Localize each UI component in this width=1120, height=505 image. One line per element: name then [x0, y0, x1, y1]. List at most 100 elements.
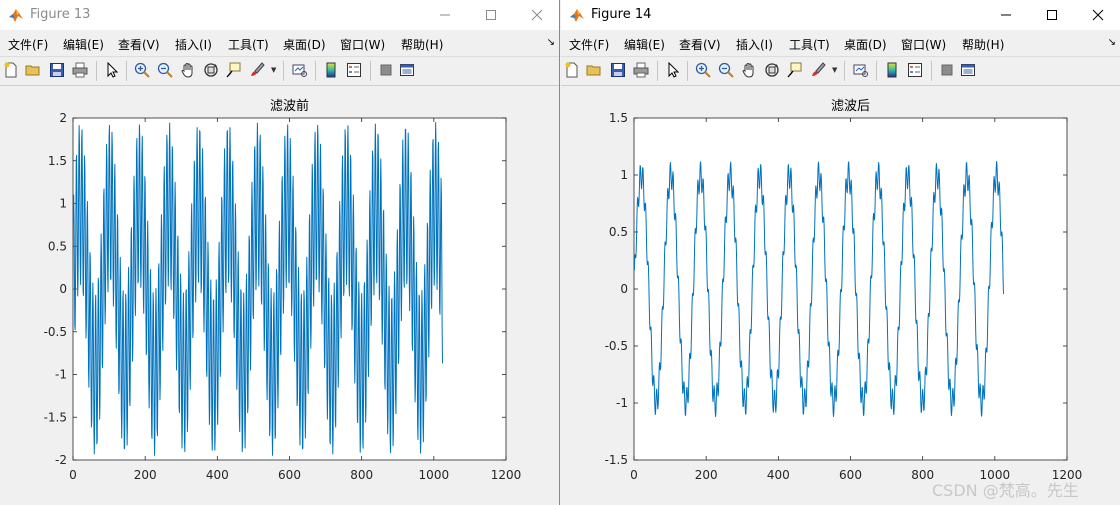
menu-window[interactable]: 窗口(W)	[340, 36, 385, 53]
x-tick-label: 400	[767, 468, 790, 482]
open-folder-icon[interactable]	[586, 62, 602, 78]
y-tick-label: 0	[59, 282, 67, 296]
y-tick-label: -1	[55, 368, 67, 382]
menu-edit[interactable]: 编辑(E)	[624, 36, 665, 53]
menu-file[interactable]: 文件(F)	[569, 36, 609, 53]
menu-tools[interactable]: 工具(T)	[228, 36, 269, 53]
zoom-out-icon[interactable]	[718, 62, 734, 78]
figure-canvas[interactable]: 滤波前 0 200 400 600 800 1000 1200 -2 -1.5 -1 -0.5 0 0.5…	[0, 85, 559, 505]
y-tick-label: 1.5	[48, 154, 67, 168]
open-folder-icon[interactable]	[25, 62, 41, 78]
menu-edit[interactable]: 编辑(E)	[63, 36, 104, 53]
x-tick-label: 400	[206, 468, 229, 482]
new-file-icon[interactable]	[3, 62, 19, 78]
title-bar: Figure 14	[561, 0, 1120, 30]
colorbar-icon[interactable]	[323, 62, 339, 78]
menu-desktop[interactable]: 桌面(D)	[283, 36, 326, 53]
hide-plot-tools-icon[interactable]	[939, 62, 955, 78]
link-plot-icon[interactable]	[291, 62, 307, 78]
rotate-3d-icon[interactable]	[764, 62, 780, 78]
pointer-icon[interactable]	[665, 62, 681, 78]
maximize-button[interactable]	[1029, 0, 1075, 30]
legend-icon[interactable]	[346, 62, 362, 78]
menu-help[interactable]: 帮助(H)	[962, 36, 1004, 53]
chart-title: 滤波前	[270, 98, 309, 114]
print-icon[interactable]	[633, 62, 649, 78]
show-plot-tools-icon[interactable]	[960, 62, 976, 78]
zoom-in-icon[interactable]	[695, 62, 711, 78]
minimize-button[interactable]	[983, 0, 1029, 30]
x-tick-label: 600	[839, 468, 862, 482]
figure-toolbar: ▼	[561, 56, 1120, 86]
maximize-icon	[486, 10, 496, 20]
close-button[interactable]	[1075, 0, 1120, 30]
menu-bar: 文件(F) 编辑(E) 查看(V) 插入(I) 工具(T) 桌面(D) 窗口(W…	[0, 31, 559, 55]
x-tick-label: 1200	[491, 468, 522, 482]
show-plot-tools-icon[interactable]	[399, 62, 415, 78]
brush-icon[interactable]	[249, 62, 265, 78]
data-cursor-icon[interactable]	[787, 62, 803, 78]
matlab-logo-icon	[570, 9, 584, 22]
x-tick-label: 800	[350, 468, 373, 482]
minimize-icon	[440, 14, 450, 16]
brush-dropdown-icon[interactable]: ▼	[271, 66, 276, 74]
menu-overflow-icon[interactable]: ↘	[547, 37, 555, 48]
print-icon[interactable]	[72, 62, 88, 78]
menu-desktop[interactable]: 桌面(D)	[844, 36, 887, 53]
x-tick-label: 0	[69, 468, 77, 482]
menu-view[interactable]: 查看(V)	[679, 36, 721, 53]
close-icon	[1092, 9, 1104, 21]
minimize-button[interactable]	[422, 0, 468, 30]
window-title: Figure 13	[30, 7, 91, 22]
menu-insert[interactable]: 插入(I)	[736, 36, 773, 53]
y-tick-label: 2	[59, 111, 67, 125]
close-button[interactable]	[514, 0, 559, 30]
menu-bar: 文件(F) 编辑(E) 查看(V) 插入(I) 工具(T) 桌面(D) 窗口(W…	[561, 31, 1120, 55]
axes-box	[633, 117, 1068, 461]
figure-canvas[interactable]: 滤波后0 200 400 600 800 1000 1200-1.5-1-0.500.511…	[561, 85, 1120, 505]
x-tick-label: 1000	[419, 468, 450, 482]
rotate-3d-icon[interactable]	[203, 62, 219, 78]
maximize-icon	[1047, 10, 1057, 20]
zoom-out-icon[interactable]	[157, 62, 173, 78]
brush-dropdown-icon[interactable]: ▼	[832, 66, 837, 74]
maximize-button[interactable]	[468, 0, 514, 30]
matlab-logo-icon	[9, 9, 23, 22]
menu-file[interactable]: 文件(F)	[8, 36, 48, 53]
menu-overflow-icon[interactable]: ↘	[1108, 37, 1116, 48]
x-tick-label: 600	[278, 468, 301, 482]
menu-window[interactable]: 窗口(W)	[901, 36, 946, 53]
y-tick-label: 1	[620, 168, 628, 182]
y-tick-label: -1.5	[44, 410, 67, 424]
y-tick-label: -1.5	[605, 453, 628, 467]
y-tick-label: -0.5	[605, 339, 628, 353]
menu-help[interactable]: 帮助(H)	[401, 36, 443, 53]
chart-title: 滤波后	[831, 99, 870, 114]
title-bar: Figure 13	[0, 0, 559, 30]
new-file-icon[interactable]	[564, 62, 580, 78]
y-tick-label: -2	[55, 453, 67, 467]
pan-hand-icon[interactable]	[180, 62, 196, 78]
legend-icon[interactable]	[907, 62, 923, 78]
window-title: Figure 14	[591, 7, 652, 22]
figure-14-window: Figure 14 文件(F) 编辑(E) 查看(V) 插入(I) 工具(T) …	[561, 0, 1120, 505]
y-tick-label: -0.5	[44, 325, 67, 339]
y-tick-label: 1	[59, 197, 67, 211]
data-cursor-icon[interactable]	[226, 62, 242, 78]
brush-icon[interactable]	[810, 62, 826, 78]
menu-insert[interactable]: 插入(I)	[175, 36, 212, 53]
zoom-in-icon[interactable]	[134, 62, 150, 78]
pointer-icon[interactable]	[104, 62, 120, 78]
save-icon[interactable]	[610, 62, 626, 78]
figure-13-window: Figure 13 文件(F) 编辑(E) 查看(V) 插入(I) 工具(T) …	[0, 0, 560, 505]
y-tick-label: -1	[616, 396, 628, 410]
y-tick-label: 0.5	[609, 225, 628, 239]
save-icon[interactable]	[49, 62, 65, 78]
menu-tools[interactable]: 工具(T)	[789, 36, 830, 53]
colorbar-icon[interactable]	[884, 62, 900, 78]
menu-view[interactable]: 查看(V)	[118, 36, 160, 53]
y-tick-label: 0	[620, 282, 628, 296]
pan-hand-icon[interactable]	[741, 62, 757, 78]
hide-plot-tools-icon[interactable]	[378, 62, 394, 78]
link-plot-icon[interactable]	[852, 62, 868, 78]
